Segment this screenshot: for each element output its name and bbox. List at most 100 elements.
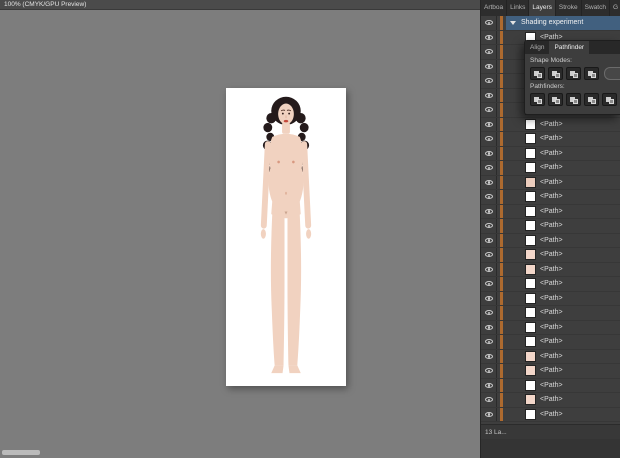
layer-row[interactable]: <Path> (481, 277, 620, 292)
shape-modes-label: Shape Modes: (530, 57, 615, 65)
layer-row[interactable]: <Path> (481, 219, 620, 234)
layer-row[interactable]: <Path> (481, 205, 620, 220)
layer-row[interactable]: <Path> (481, 190, 620, 205)
layer-row[interactable]: <Path> (481, 176, 620, 191)
unite-button[interactable] (530, 67, 545, 80)
visibility-toggle[interactable] (481, 161, 497, 175)
visibility-toggle[interactable] (481, 335, 497, 349)
panel-tab-g[interactable]: G (610, 0, 620, 16)
layer-color-bar (500, 74, 503, 88)
layer-row[interactable]: <Path> (481, 364, 620, 379)
layer-row[interactable]: <Path> (481, 335, 620, 350)
layer-name: <Path> (540, 222, 563, 229)
visibility-toggle[interactable] (481, 234, 497, 248)
visibility-toggle[interactable] (481, 292, 497, 306)
visibility-toggle[interactable] (481, 321, 497, 335)
layer-thumbnail (525, 394, 536, 405)
document-title: 100% (CMYK/GPU Preview) (4, 1, 86, 8)
eye-icon (485, 122, 493, 127)
visibility-toggle[interactable] (481, 190, 497, 204)
layer-row[interactable]: <Path> (481, 393, 620, 408)
layer-row[interactable]: <Path> (481, 234, 620, 249)
tab-pathfinder[interactable]: Pathfinder (549, 41, 589, 54)
visibility-toggle[interactable] (481, 60, 497, 74)
eye-icon (485, 78, 493, 83)
visibility-toggle[interactable] (481, 74, 497, 88)
visibility-toggle[interactable] (481, 118, 497, 132)
exclude-button[interactable] (584, 67, 599, 80)
panel-tab-swatch[interactable]: Swatch (582, 0, 610, 16)
eye-icon (485, 383, 493, 388)
layer-name: <Path> (540, 338, 563, 345)
artboard[interactable] (226, 88, 346, 386)
layer-row[interactable]: <Path> (481, 292, 620, 307)
layer-row-shading-experiment[interactable]: Shading experiment (481, 16, 620, 31)
eye-icon (485, 35, 493, 40)
layer-row[interactable]: <Path> (481, 408, 620, 423)
panel-tab-artboa[interactable]: Artboa (481, 0, 507, 16)
chevron-down-icon[interactable] (510, 21, 516, 25)
selected-layer-highlight[interactable]: Shading experiment (506, 16, 620, 30)
merge-button[interactable] (566, 93, 581, 106)
layer-row[interactable]: <Path> (481, 350, 620, 365)
layer-name: <Path> (540, 179, 563, 186)
visibility-toggle[interactable] (481, 205, 497, 219)
canvas-area[interactable] (0, 10, 480, 458)
layer-row[interactable]: <Path> (481, 248, 620, 263)
layer-row[interactable]: <Path> (481, 147, 620, 162)
layer-color-bar (500, 45, 503, 59)
layer-name: <Path> (540, 121, 563, 128)
layer-row[interactable]: <Path> (481, 379, 620, 394)
layer-row[interactable]: <Path> (481, 263, 620, 278)
minus-front-button[interactable] (548, 67, 563, 80)
visibility-toggle[interactable] (481, 89, 497, 103)
layer-color-bar (500, 364, 503, 378)
crop-icon-overlay (591, 99, 596, 104)
visibility-toggle[interactable] (481, 364, 497, 378)
visibility-toggle[interactable] (481, 379, 497, 393)
visibility-toggle[interactable] (481, 263, 497, 277)
panel-tab-stroke[interactable]: Stroke (556, 0, 582, 16)
visibility-toggle[interactable] (481, 31, 497, 45)
visibility-toggle[interactable] (481, 248, 497, 262)
tab-align[interactable]: Align (525, 41, 549, 54)
layer-name: <Path> (540, 295, 563, 302)
visibility-toggle[interactable] (481, 176, 497, 190)
layer-color-bar (500, 393, 503, 407)
visibility-toggle[interactable] (481, 408, 497, 422)
visibility-toggle[interactable] (481, 306, 497, 320)
layer-name: <Path> (540, 251, 563, 258)
layer-row[interactable]: <Path> (481, 161, 620, 176)
crop-button[interactable] (584, 93, 599, 106)
horizontal-scrollbar-thumb[interactable] (2, 450, 40, 455)
visibility-toggle[interactable] (481, 132, 497, 146)
layer-row[interactable]: <Path> (481, 118, 620, 133)
layer-color-bar (500, 147, 503, 161)
layer-row[interactable]: <Path> (481, 321, 620, 336)
layer-thumbnail (525, 351, 536, 362)
layer-row[interactable]: <Path> (481, 306, 620, 321)
visibility-toggle[interactable] (481, 350, 497, 364)
expand-button[interactable] (604, 67, 620, 80)
intersect-button[interactable] (566, 67, 581, 80)
outline-button[interactable] (602, 93, 617, 106)
panel-tab-links[interactable]: Links (507, 0, 529, 16)
layer-thumbnail (525, 293, 536, 304)
visibility-toggle[interactable] (481, 16, 497, 30)
visibility-toggle[interactable] (481, 147, 497, 161)
visibility-toggle[interactable] (481, 103, 497, 117)
visibility-toggle[interactable] (481, 393, 497, 407)
visibility-toggle[interactable] (481, 45, 497, 59)
divide-button[interactable] (530, 93, 545, 106)
layer-color-bar (500, 234, 503, 248)
unite-icon-overlay (537, 73, 542, 78)
eye-icon (485, 325, 493, 330)
layer-color-bar (500, 408, 503, 422)
visibility-toggle[interactable] (481, 219, 497, 233)
layer-row[interactable]: <Path> (481, 132, 620, 147)
trim-button[interactable] (548, 93, 563, 106)
divide-icon-overlay (537, 99, 542, 104)
layer-thumbnail (525, 336, 536, 347)
visibility-toggle[interactable] (481, 277, 497, 291)
panel-tab-layers[interactable]: Layers (529, 0, 556, 16)
